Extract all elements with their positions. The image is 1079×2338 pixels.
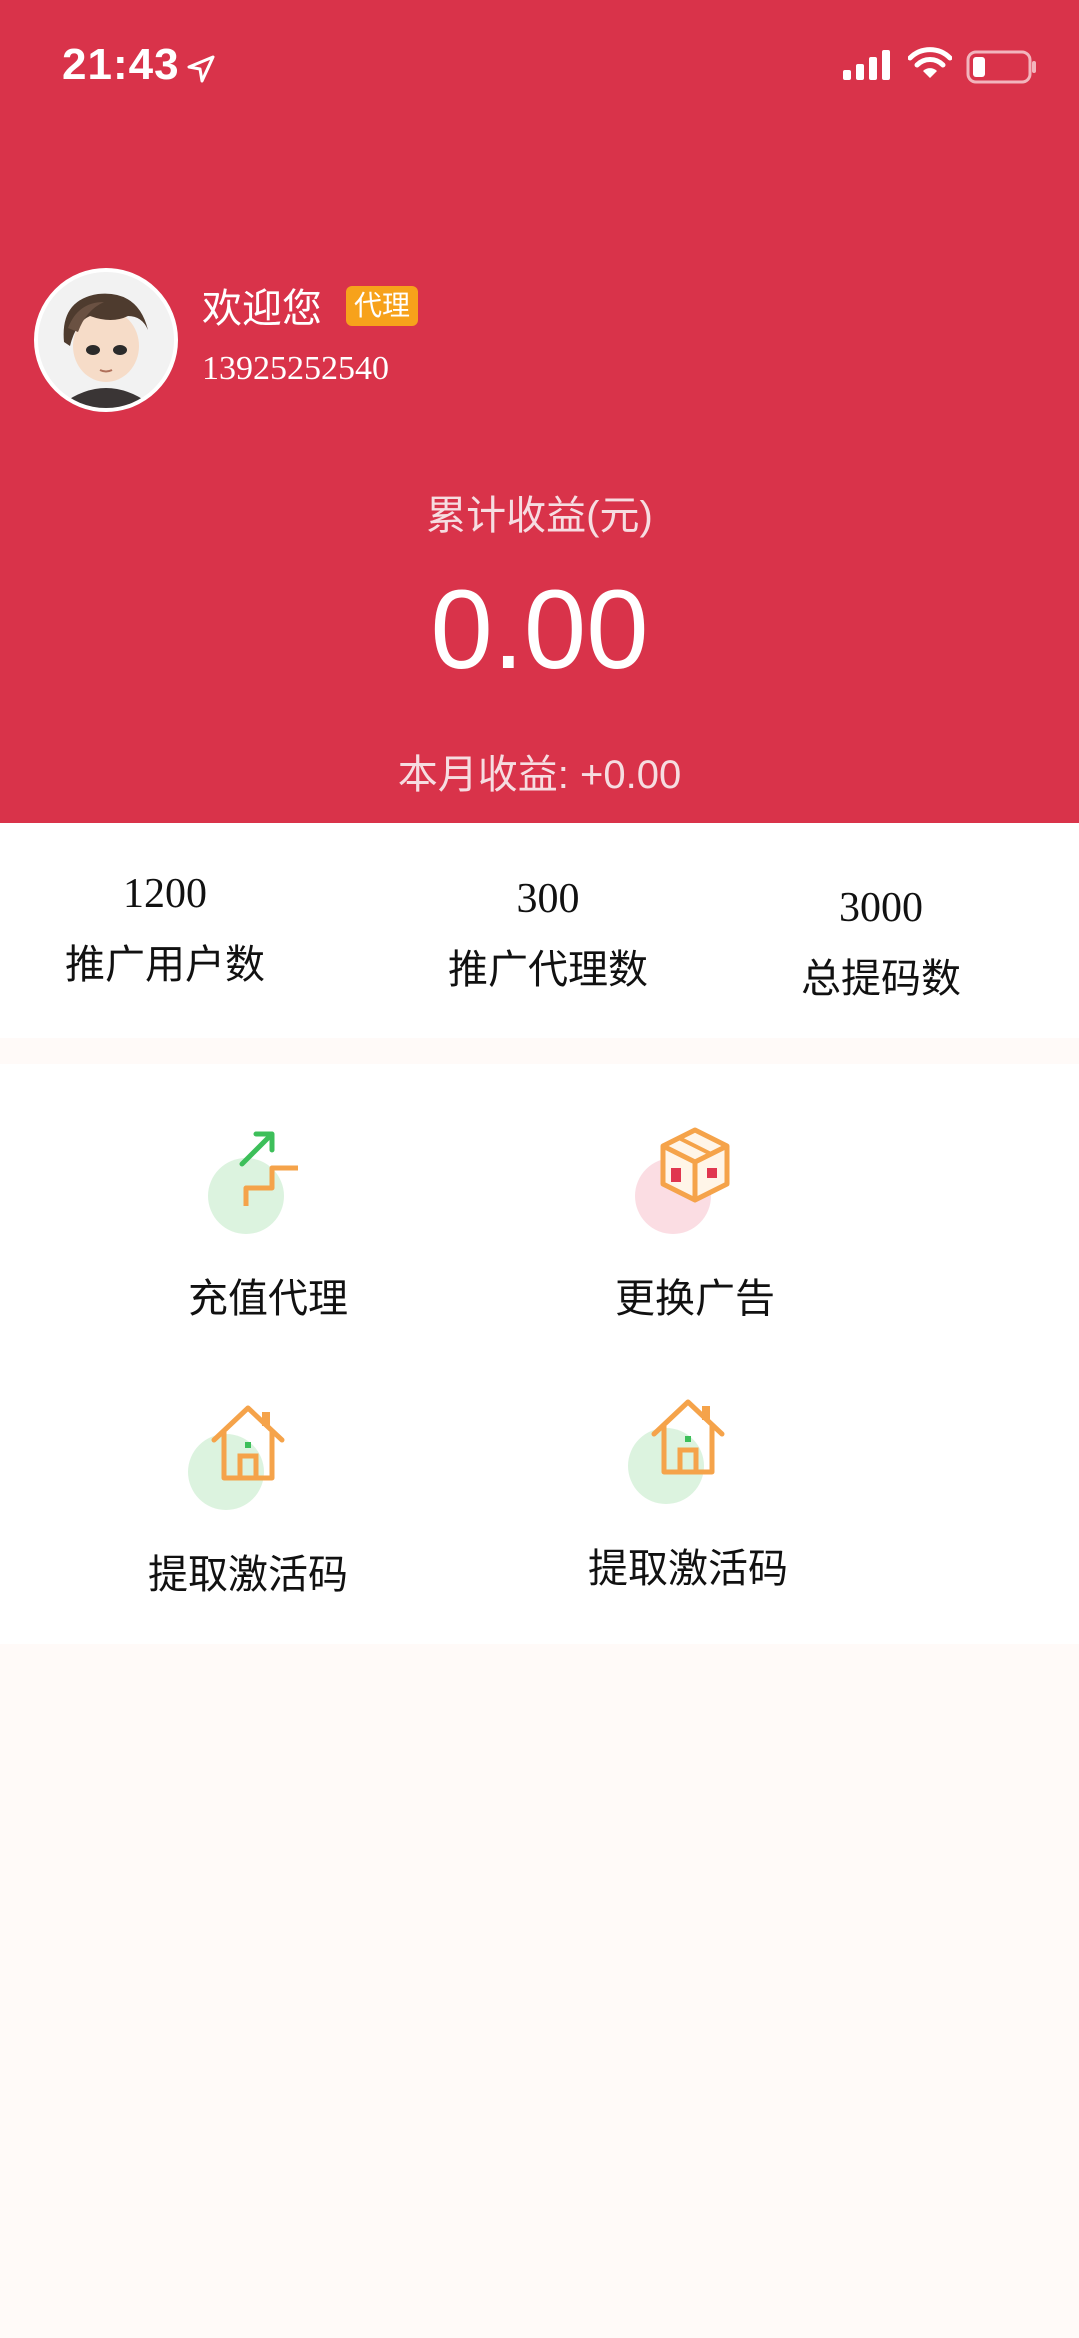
avatar-image — [38, 272, 174, 408]
stat-label: 推广代理数 — [448, 947, 648, 992]
stat-label: 推广用户数 — [65, 942, 265, 987]
status-time: 21:43 — [62, 40, 180, 89]
avatar[interactable] — [34, 268, 178, 412]
stat-value: 300 — [516, 876, 580, 922]
profile-header: 21:43 欢迎您 代理 13925252540 累计收益(元) 0.00 本月… — [0, 0, 1079, 823]
location-arrow-icon — [187, 55, 215, 83]
grid-item-label: 充值代理 — [188, 1276, 348, 1321]
grid-item-label: 提取激活码 — [588, 1546, 788, 1591]
extract-activation-code-button-2[interactable]: 提取激活码 — [538, 1394, 838, 1594]
house-icon — [651, 1399, 725, 1475]
grid-item-label: 更换广告 — [615, 1276, 775, 1321]
stat-label: 总提码数 — [801, 956, 961, 1001]
stat-promoted-users[interactable]: 1200 推广用户数 — [60, 870, 270, 990]
house-icon — [211, 1405, 285, 1481]
stairs-up-icon — [239, 1131, 298, 1206]
recharge-agent-button[interactable]: 充值代理 — [118, 1124, 418, 1324]
agent-badge: 代理 — [346, 286, 418, 326]
welcome-text: 欢迎您 — [202, 286, 322, 331]
total-earnings-label: 累计收益(元) — [426, 494, 653, 538]
stats-row: 1200 推广用户数 300 推广代理数 3000 总提码数 — [0, 823, 1079, 1038]
monthly-earnings: 本月收益: +0.00 — [397, 753, 682, 797]
box-icon — [660, 1127, 730, 1203]
change-ad-button[interactable]: 更换广告 — [545, 1124, 845, 1324]
wifi-icon — [908, 47, 952, 78]
phone-number: 13925252540 — [202, 350, 389, 387]
grid-item-label: 提取激活码 — [148, 1552, 348, 1597]
battery-low-icon — [966, 50, 1036, 84]
stat-value: 1200 — [123, 871, 207, 917]
function-grid: 充值代理 更换广告 提取激活码 提取激活码 — [0, 1064, 1079, 1644]
stat-promoted-agents[interactable]: 300 推广代理数 — [443, 875, 653, 995]
total-earnings-value: 0.00 — [430, 567, 649, 692]
extract-activation-code-button[interactable]: 提取激活码 — [98, 1400, 398, 1600]
cellular-signal-icon — [843, 50, 890, 80]
stat-value: 3000 — [839, 885, 923, 931]
stat-total-codes[interactable]: 3000 总提码数 — [776, 884, 986, 1004]
